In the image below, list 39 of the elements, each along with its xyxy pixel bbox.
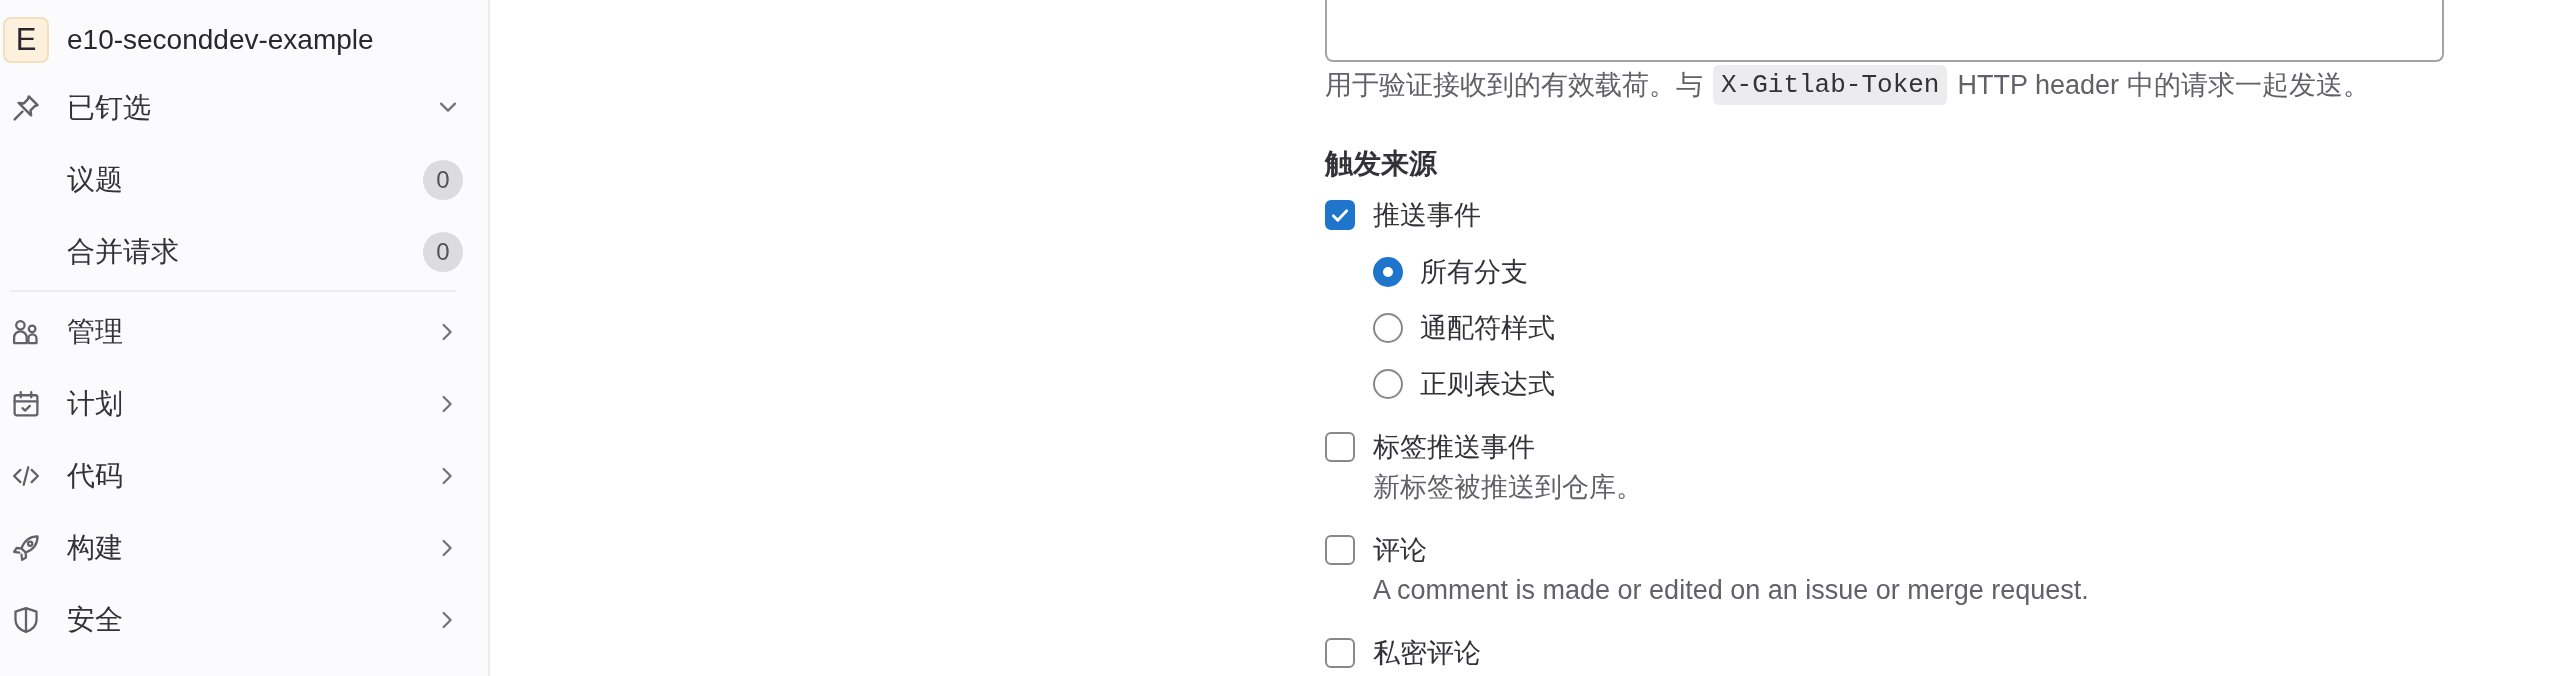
checkbox-label[interactable]: 标签推送事件 bbox=[1373, 427, 1535, 467]
count-badge: 0 bbox=[423, 160, 463, 200]
checkbox-label[interactable]: 私密评论 bbox=[1373, 633, 1481, 673]
nav-item[interactable]: 安全 bbox=[3, 588, 488, 652]
radio-button[interactable] bbox=[1373, 257, 1403, 287]
help-text: 新标签被推送到仓库。 bbox=[1373, 471, 1643, 504]
users-icon bbox=[12, 318, 40, 346]
nav-item[interactable]: 管理 bbox=[3, 300, 488, 364]
radio-label[interactable]: 通配符样式 bbox=[1420, 308, 1555, 348]
secret-token-field[interactable] bbox=[1325, 0, 2444, 62]
shield-icon bbox=[12, 606, 40, 634]
code-snippet: X-Gitlab-Token bbox=[1713, 65, 1948, 105]
nav-item[interactable]: 合并请求 0 bbox=[3, 220, 488, 284]
radio-label[interactable]: 正则表达式 bbox=[1420, 364, 1555, 404]
help-text: HTTP header 中的请求一起发送。 bbox=[1957, 69, 2370, 102]
calendar-check-icon bbox=[12, 390, 40, 418]
help-text: A comment is made or edited on an issue or merge request. bbox=[1373, 574, 2089, 607]
checkbox-label[interactable]: 评论 bbox=[1373, 530, 1427, 570]
checkbox[interactable] bbox=[1325, 200, 1355, 230]
project-name[interactable]: e10-seconddev-example bbox=[67, 24, 374, 56]
nav-item[interactable]: 计划 bbox=[3, 372, 488, 436]
checkbox-label[interactable]: 推送事件 bbox=[1373, 195, 1481, 235]
help-text: 用于验证接收到的有效载荷。与 bbox=[1325, 69, 1703, 102]
section-title: 触发来源 bbox=[1325, 147, 1437, 181]
radio-label[interactable]: 所有分支 bbox=[1420, 252, 1528, 292]
checkbox[interactable] bbox=[1325, 638, 1355, 668]
pinned-section-toggle[interactable]: 已钉选 bbox=[3, 76, 488, 140]
check-icon bbox=[1332, 208, 1348, 222]
pin-icon bbox=[12, 94, 40, 122]
project-avatar: E bbox=[3, 17, 49, 63]
nav-item[interactable]: 议题 0 bbox=[3, 148, 488, 212]
nav-item[interactable]: 代码 bbox=[3, 444, 488, 508]
count-badge: 0 bbox=[423, 232, 463, 272]
rocket-icon bbox=[12, 534, 40, 562]
radio-button[interactable] bbox=[1373, 369, 1403, 399]
radio-button[interactable] bbox=[1373, 313, 1403, 343]
nav-item[interactable]: 构建 bbox=[3, 516, 488, 580]
checkbox[interactable] bbox=[1325, 535, 1355, 565]
checkbox[interactable] bbox=[1325, 432, 1355, 462]
